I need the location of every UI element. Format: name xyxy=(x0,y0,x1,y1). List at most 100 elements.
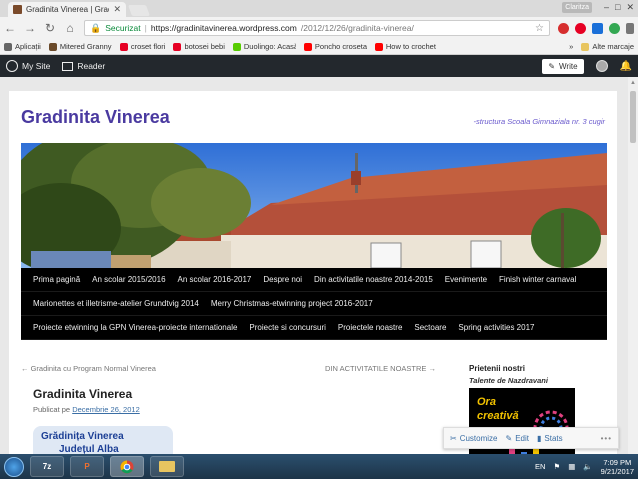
taskbar-chrome[interactable] xyxy=(110,456,144,477)
folder-icon xyxy=(581,42,590,51)
start-button-icon[interactable] xyxy=(4,456,24,477)
reader-link[interactable]: Reader xyxy=(62,61,105,71)
my-site-link[interactable]: My Site xyxy=(6,60,50,72)
tab-title: Gradinita Vinerea | Grad xyxy=(26,5,110,14)
main-navigation: Prima pagină An scolar 2015/2016 An scolar… xyxy=(21,268,607,340)
nav-menu-item[interactable]: Marionettes et illetrisme-atelier Grundt… xyxy=(27,299,205,308)
bookmark-star-icon[interactable]: ☆ xyxy=(535,23,544,34)
bookmark-label: Poncho crosetat - Yo xyxy=(314,42,367,51)
google-icon[interactable] xyxy=(609,22,620,34)
lock-icon: 🔒 xyxy=(90,22,102,33)
language-indicator[interactable]: EN xyxy=(535,462,545,471)
published-prefix: Publicat pe xyxy=(33,405,71,414)
back-icon[interactable]: ← xyxy=(4,21,16,35)
forward-icon[interactable]: → xyxy=(24,21,36,35)
bookmark-label: Mitered Granny Squa xyxy=(59,42,112,51)
windows-taskbar: 7z P EN ⚑ ▦ 🔈 7:09 PM 9/21/2017 xyxy=(0,454,638,479)
address-bar[interactable]: 🔒 Securizat | https://gradinitavinerea.w… xyxy=(84,20,550,36)
bookmark-item[interactable]: Duolingo: Acasă xyxy=(232,42,296,51)
adblock-icon[interactable] xyxy=(558,22,569,34)
post-navigation: ← Gradinita cu Program Normal Vinerea DI… xyxy=(21,364,436,373)
page-scrollbar[interactable]: ▲ xyxy=(628,77,638,454)
menu-icon[interactable] xyxy=(626,22,634,34)
home-icon[interactable]: ⌂ xyxy=(64,21,76,35)
pinterest-icon[interactable] xyxy=(575,22,586,34)
nav-menu-item[interactable]: Prima pagină xyxy=(27,275,86,284)
nav-menu-item[interactable]: Proiecte si concursuri xyxy=(243,323,331,332)
scroll-up-icon[interactable]: ▲ xyxy=(630,80,636,86)
bookmark-item[interactable]: Poncho crosetat - Yo xyxy=(303,42,367,51)
taskbar-explorer[interactable] xyxy=(150,456,184,477)
bookmark-favicon-icon xyxy=(374,42,383,51)
previous-post-link[interactable]: ← Gradinita cu Program Normal Vinerea xyxy=(21,364,156,373)
stats-button[interactable]: ▮ Stats xyxy=(537,434,563,443)
folder-icon xyxy=(159,461,175,472)
more-options-icon[interactable]: ••• xyxy=(601,434,612,443)
my-site-label: My Site xyxy=(22,61,51,71)
sidebar-widget-subtitle: Talente de Nazdravani xyxy=(469,376,548,385)
edit-button[interactable]: ✎ Edit xyxy=(506,434,530,443)
flag-icon[interactable]: ⚑ xyxy=(553,462,560,471)
url-path: /2012/12/26/gradinita-vinerea/ xyxy=(300,23,414,33)
profile-button[interactable]: Claritza xyxy=(562,2,592,13)
site-title[interactable]: Gradinita Vinerea xyxy=(21,107,170,128)
bookmark-favicon-icon xyxy=(173,42,182,51)
nav-menu-item[interactable]: Finish winter carnaval xyxy=(493,275,582,284)
bookmarks-overflow-button[interactable]: » xyxy=(569,42,573,51)
nav-menu-item[interactable]: Despre noi xyxy=(257,275,308,284)
bookmark-item[interactable]: How to crochet a qui xyxy=(374,42,438,51)
minimize-icon[interactable]: – xyxy=(604,2,609,13)
taskbar-7zip[interactable]: 7z xyxy=(30,456,64,477)
close-window-icon[interactable]: ✕ xyxy=(626,2,634,13)
bookmark-item[interactable]: Aplicații xyxy=(4,42,41,51)
other-bookmarks-folder[interactable]: Alte marcaje xyxy=(581,42,634,51)
bookmark-item[interactable]: croset flori xyxy=(119,42,165,51)
post-image-text-1: Grădinița Vinerea xyxy=(41,431,124,442)
browser-tab[interactable]: Gradinita Vinerea | Grad ✕ xyxy=(8,2,126,17)
extension-icon[interactable] xyxy=(592,22,603,34)
post-title[interactable]: Gradinita Vinerea xyxy=(33,387,132,401)
edit-label: Edit xyxy=(515,433,529,443)
bookmark-item[interactable]: botosei bebi xyxy=(173,42,225,51)
clock[interactable]: 7:09 PM 9/21/2017 xyxy=(601,458,634,476)
bookmark-label: Aplicații xyxy=(15,42,41,51)
scrollbar-thumb[interactable] xyxy=(630,91,636,143)
taskbar-powerpoint[interactable]: P xyxy=(70,456,104,477)
nav-menu-item[interactable]: An scolar 2015/2016 xyxy=(86,275,171,284)
close-tab-icon[interactable]: ✕ xyxy=(113,4,121,15)
reload-icon[interactable]: ↻ xyxy=(44,21,56,35)
write-button[interactable]: ✎ Write xyxy=(542,58,584,74)
nav-menu-item[interactable]: Merry Christmas-etwinning project 2016-2… xyxy=(205,299,379,308)
nav-row-2: Marionettes et illetrisme-atelier Grundt… xyxy=(21,292,607,316)
bookmark-label: botosei bebi xyxy=(184,42,225,51)
nav-menu-item[interactable]: Spring activities 2017 xyxy=(452,323,540,332)
bookmark-favicon-icon xyxy=(4,42,12,51)
bookmark-item[interactable]: Mitered Granny Squa xyxy=(48,42,112,51)
published-date-link[interactable]: Decembrie 26, 2012 xyxy=(72,405,140,414)
bar-chart-icon: ▮ xyxy=(537,433,542,443)
post-featured-image[interactable]: Grădinița Vinerea Județul Alba xyxy=(33,426,173,454)
nav-menu-item[interactable]: Proiecte etwinning la GPN Vinerea-proiec… xyxy=(27,323,243,332)
network-icon[interactable]: ▦ xyxy=(568,462,575,471)
nav-menu-item[interactable]: Din activitatile noastre 2014-2015 xyxy=(308,275,439,284)
system-tray: EN ⚑ ▦ 🔈 7:09 PM 9/21/2017 xyxy=(535,458,634,476)
nav-menu-item[interactable]: Proiectele noastre xyxy=(332,323,408,332)
nav-menu-item[interactable]: An scolar 2016-2017 xyxy=(172,275,258,284)
new-tab-button[interactable] xyxy=(127,5,151,16)
nav-menu-item[interactable]: Evenimente xyxy=(439,275,493,284)
bookmark-favicon-icon xyxy=(232,42,241,51)
post-meta: Publicat pe Decembrie 26, 2012 xyxy=(33,405,140,414)
url-host: https://gradinitavinerea.wordpress.com xyxy=(150,23,297,33)
page-content: Gradinita Vinerea -structura Scoala Gimn… xyxy=(9,91,617,454)
customize-button[interactable]: ✂ Customize xyxy=(450,434,498,443)
other-bookmarks-label: Alte marcaje xyxy=(592,42,634,51)
wp-action-bar: ✂ Customize ✎ Edit ▮ Stats ••• xyxy=(443,427,619,449)
next-post-link[interactable]: DIN ACTIVITATILE NOASTRE → xyxy=(325,364,436,373)
avatar[interactable] xyxy=(595,60,608,72)
clock-date: 9/21/2017 xyxy=(600,466,634,476)
maximize-icon[interactable]: □ xyxy=(615,2,620,13)
volume-icon[interactable]: 🔈 xyxy=(583,462,592,471)
reader-icon xyxy=(62,61,74,71)
nav-menu-item[interactable]: Sectoare xyxy=(408,323,452,332)
notifications-bell-icon[interactable]: 🔔 xyxy=(620,61,632,72)
